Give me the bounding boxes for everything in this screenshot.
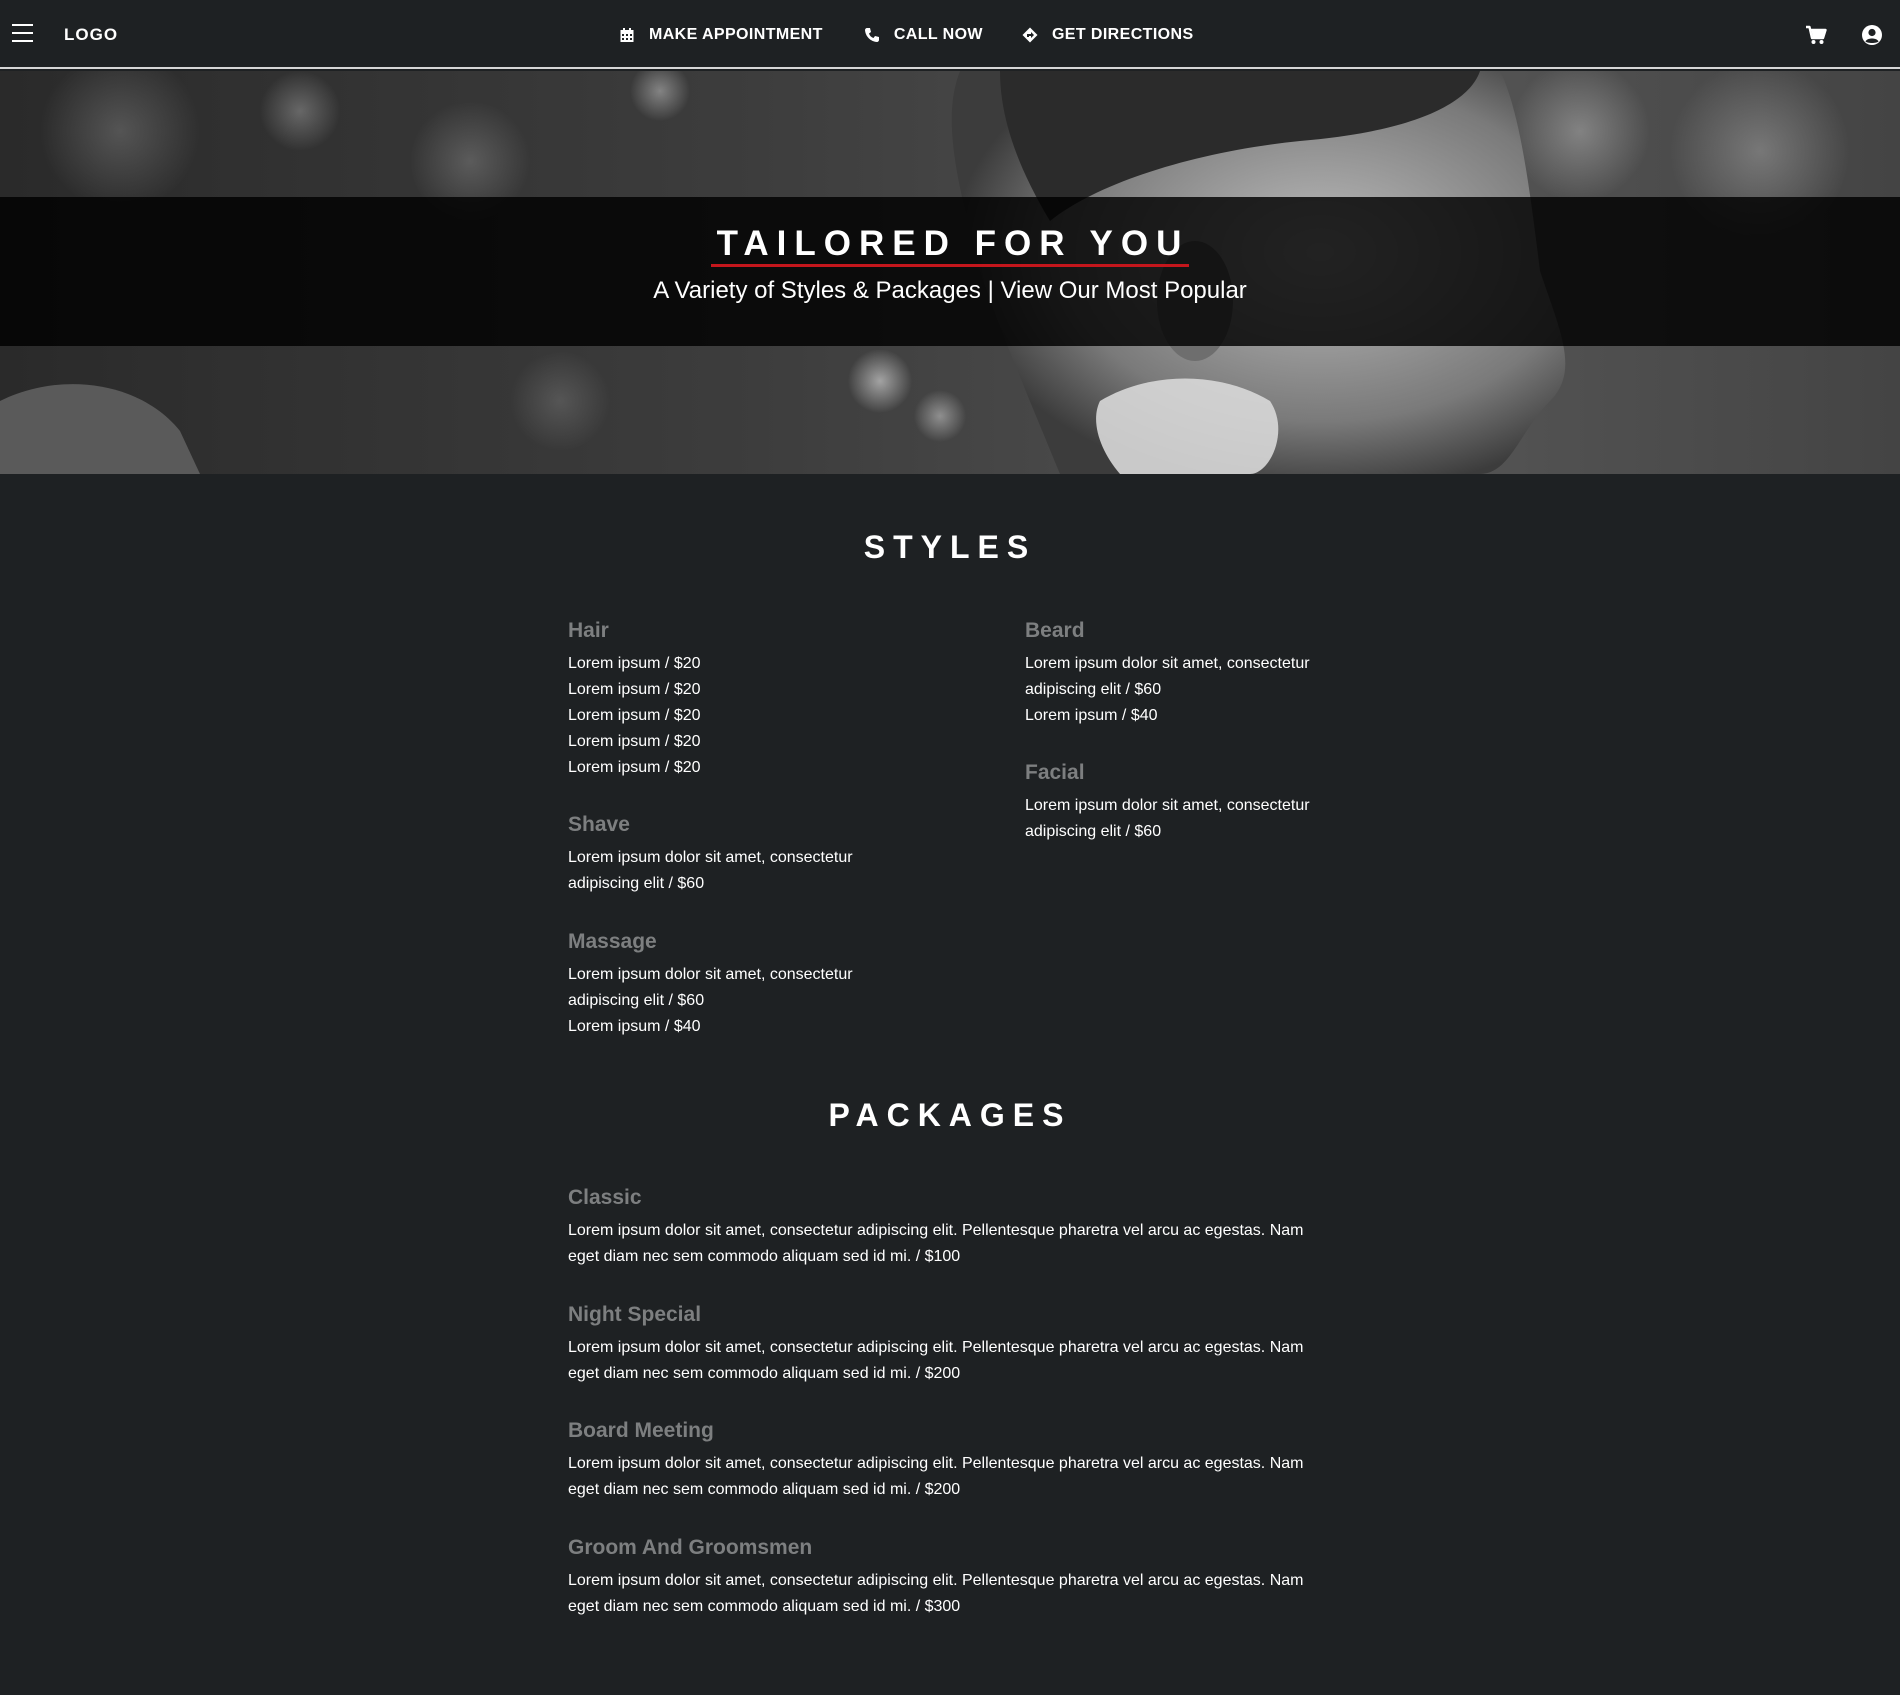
package-description: Lorem ipsum dolor sit amet, consectetur …	[568, 1339, 1304, 1356]
list-item: Lorem ipsum / $20	[568, 681, 701, 698]
calendar-icon	[619, 27, 635, 43]
category-beard: Beard Lorem ipsum dolor sit amet, consec…	[1025, 617, 1485, 729]
category-hair-title: Hair	[568, 619, 609, 642]
package-description: eget diam nec sem commodo aliquam sed id…	[568, 1598, 961, 1615]
package-night-special: Night Special Lorem ipsum dolor sit amet…	[568, 1301, 1348, 1387]
list-item: Lorem ipsum / $20	[568, 759, 701, 776]
list-item: Lorem ipsum / $20	[568, 655, 701, 672]
make-appointment-link[interactable]: MAKE APPOINTMENT	[619, 26, 823, 44]
category-beard-title: Beard	[1025, 619, 1085, 642]
package-title: Board Meeting	[568, 1419, 714, 1442]
category-massage: Massage Lorem ipsum dolor sit amet, cons…	[568, 928, 1028, 1040]
list-item: Lorem ipsum dolor sit amet, consectetur	[1025, 797, 1310, 814]
hero-banner: TAILORED FOR YOU A Variety of Styles & P…	[0, 71, 1900, 474]
packages-section-title: PACKAGES	[828, 1097, 1072, 1133]
list-item: adipiscing elit / $60	[568, 875, 705, 892]
call-now-link[interactable]: CALL NOW	[864, 26, 983, 44]
cart-icon[interactable]	[1805, 24, 1827, 46]
list-item: adipiscing elit / $60	[1025, 681, 1162, 698]
top-navbar: LOGO MAKE APPOINTMENT CALL NOW GET DIREC…	[0, 0, 1900, 69]
package-description: Lorem ipsum dolor sit amet, consectetur …	[568, 1572, 1304, 1589]
user-account-icon[interactable]	[1861, 24, 1883, 46]
package-description: eget diam nec sem commodo aliquam sed id…	[568, 1365, 961, 1382]
package-groom-and-groomsmen: Groom And Groomsmen Lorem ipsum dolor si…	[568, 1534, 1348, 1620]
category-hair: Hair Lorem ipsum / $20 Lorem ipsum / $20…	[568, 617, 1028, 781]
call-now-label: CALL NOW	[893, 25, 983, 43]
list-item: Lorem ipsum / $20	[568, 707, 701, 724]
package-description: Lorem ipsum dolor sit amet, consectetur …	[568, 1455, 1304, 1472]
site-logo[interactable]: LOGO	[64, 24, 118, 46]
package-title: Night Special	[568, 1303, 702, 1326]
styles-section-title: STYLES	[863, 529, 1037, 565]
list-item: adipiscing elit / $60	[568, 992, 705, 1009]
category-shave: Shave Lorem ipsum dolor sit amet, consec…	[568, 811, 1028, 897]
list-item: Lorem ipsum / $40	[568, 1018, 701, 1035]
nav-links: MAKE APPOINTMENT CALL NOW GET DIRECTIONS	[619, 0, 1194, 69]
list-item: Lorem ipsum dolor sit amet, consectetur	[568, 966, 853, 983]
package-title: Groom And Groomsmen	[568, 1536, 813, 1559]
category-shave-title: Shave	[568, 813, 630, 836]
list-item: Lorem ipsum / $20	[568, 733, 701, 750]
package-classic: Classic Lorem ipsum dolor sit amet, cons…	[568, 1184, 1348, 1270]
hero-subtitle: A Variety of Styles & Packages | View Ou…	[653, 277, 1247, 304]
get-directions-link[interactable]: GET DIRECTIONS	[1022, 26, 1194, 44]
list-item: Lorem ipsum dolor sit amet, consectetur	[1025, 655, 1310, 672]
package-board-meeting: Board Meeting Lorem ipsum dolor sit amet…	[568, 1417, 1348, 1503]
category-facial: Facial Lorem ipsum dolor sit amet, conse…	[1025, 759, 1485, 845]
phone-icon	[864, 27, 880, 43]
hero-title: TAILORED FOR YOU	[0, 224, 1900, 267]
directions-icon	[1022, 27, 1038, 43]
package-description: eget diam nec sem commodo aliquam sed id…	[568, 1481, 961, 1498]
package-description: Lorem ipsum dolor sit amet, consectetur …	[568, 1222, 1304, 1239]
package-title: Classic	[568, 1186, 642, 1209]
list-item: Lorem ipsum / $40	[1025, 707, 1158, 724]
category-facial-title: Facial	[1025, 761, 1085, 784]
list-item: Lorem ipsum dolor sit amet, consectetur	[568, 849, 853, 866]
package-description: eget diam nec sem commodo aliquam sed id…	[568, 1248, 961, 1265]
hero-overlay-band	[0, 197, 1900, 346]
list-item: adipiscing elit / $60	[1025, 823, 1162, 840]
hamburger-menu-icon[interactable]	[12, 24, 33, 44]
make-appointment-label: MAKE APPOINTMENT	[649, 25, 823, 43]
get-directions-label: GET DIRECTIONS	[1051, 25, 1194, 43]
category-massage-title: Massage	[568, 930, 657, 953]
